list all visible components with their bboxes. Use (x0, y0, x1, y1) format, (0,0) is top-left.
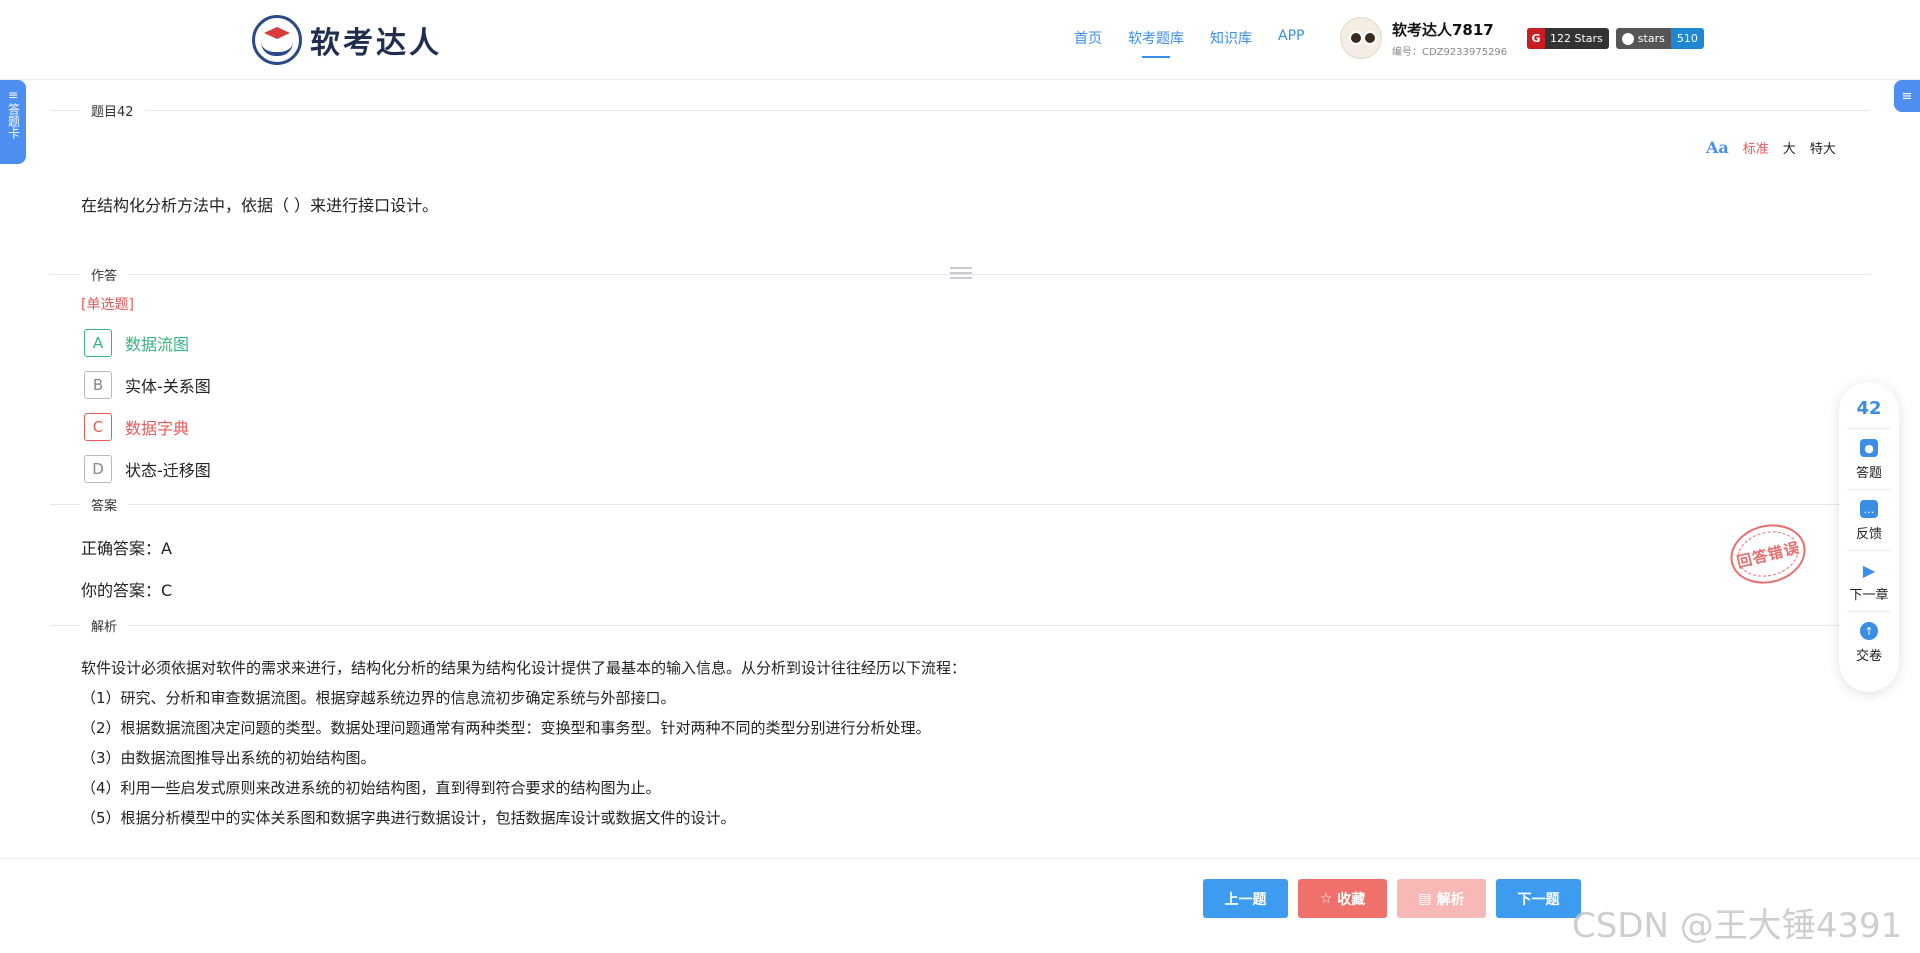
font-size-standard[interactable]: 标准 (1743, 138, 1769, 157)
font-size-large[interactable]: 大 (1783, 138, 1796, 157)
font-size-icon: Aa (1706, 138, 1729, 157)
github-stars-badge[interactable]: stars 510 (1615, 28, 1704, 49)
analysis-content: 软件设计必须依据对软件的需求来进行，结构化分析的结果为结构化设计提供了最基本的输… (81, 653, 966, 833)
font-size-selector: Aa 标准 大 特大 (1706, 138, 1836, 157)
star-icon: ☆ (1319, 890, 1333, 907)
nav-home[interactable]: 首页 (1074, 28, 1102, 48)
option-letter: B (84, 371, 112, 399)
option-text: 状态-迁移图 (125, 461, 211, 480)
answer-card-label: 答题卡 (6, 103, 21, 139)
option-b[interactable]: B 实体-关系图 (84, 364, 211, 406)
option-letter: C (84, 413, 112, 441)
option-text: 数据流图 (125, 335, 190, 354)
nav-app[interactable]: APP (1278, 28, 1304, 48)
user-profile[interactable]: 软考达人7817 编号：CDZ9233975296 (1340, 17, 1507, 59)
font-size-xlarge[interactable]: 特大 (1810, 138, 1836, 157)
question-type: [单选题] (81, 297, 134, 313)
nav-knowledge-base[interactable]: 知识库 (1210, 28, 1252, 48)
option-c[interactable]: C 数据字典 (84, 406, 211, 448)
github-icon (1621, 32, 1634, 45)
answer-area-label: 作答 (80, 265, 129, 284)
chat-icon: … (1860, 500, 1878, 518)
gitee-icon: G (1527, 28, 1545, 49)
user-name: 软考达人7817 (1392, 20, 1494, 39)
analysis-divider (50, 625, 1870, 626)
skip-next-icon: ▶ (1862, 560, 1876, 580)
prev-question-button[interactable]: 上一题 (1203, 879, 1288, 918)
right-menu-tab[interactable]: ≡ (1894, 80, 1920, 112)
list-icon: ≡ (7, 88, 19, 102)
option-list: A 数据流图 B 实体-关系图 C 数据字典 D 状态-迁移图 (84, 322, 211, 490)
repo-badges: G 122 Stars stars 510 (1527, 28, 1704, 49)
option-letter: A (84, 329, 112, 357)
graduation-cap-icon (252, 15, 302, 65)
csdn-watermark: CSDN @王大锤4391 (1572, 906, 1903, 946)
user-id: 编号：CDZ9233975296 (1392, 46, 1508, 58)
github-stars-label: stars (1637, 32, 1665, 45)
nav-question-bank[interactable]: 软考题库 (1128, 28, 1184, 58)
answer-divider (50, 504, 1870, 505)
analysis-line: （3）由数据流图推导出系统的初始结构图。 (81, 749, 376, 767)
logo-text: 软考达人 (310, 26, 442, 61)
answer-sheet-button[interactable]: ● 答题 (1847, 428, 1891, 489)
answer-icon: ● (1860, 439, 1878, 457)
your-answer: 你的答案：C (81, 581, 173, 600)
option-d[interactable]: D 状态-迁移图 (84, 448, 211, 490)
analysis-line: （1）研究、分析和审查数据流图。根据穿越系统边界的信息流初步确定系统与外部接口。 (81, 689, 676, 707)
site-logo[interactable]: 软考达人 (252, 15, 442, 65)
question-section-label: 题目42 (80, 101, 145, 120)
question-number: 42 (1856, 398, 1882, 419)
document-icon: ▤ (1418, 890, 1432, 907)
drag-handle[interactable] (950, 267, 972, 279)
avatar[interactable] (1340, 17, 1382, 59)
option-a[interactable]: A 数据流图 (84, 322, 211, 364)
analysis-line: （4）利用一些启发式原则来改进系统的初始结构图，直到得到符合要求的结构图为止。 (81, 779, 661, 797)
next-chapter-label: 下一章 (1849, 588, 1889, 603)
feedback-label: 反馈 (1855, 527, 1882, 542)
submit-paper-button[interactable]: ↑ 交卷 (1847, 611, 1891, 672)
next-question-button[interactable]: 下一题 (1496, 879, 1581, 918)
question-text: 在结构化分析方法中，依据（ ）来进行接口设计。 (81, 196, 439, 215)
answer-card-tab[interactable]: ≡ 答题卡 (0, 80, 26, 164)
favorite-label: 收藏 (1337, 891, 1366, 908)
answer-sheet-label: 答题 (1855, 466, 1882, 481)
question-divider (50, 110, 1870, 111)
next-chapter-button[interactable]: ▶ 下一章 (1847, 550, 1891, 611)
answer-section-label: 答案 (80, 495, 129, 514)
menu-icon: ≡ (1901, 88, 1913, 104)
top-header: 软考达人 首页 软考题库 知识库 APP 软考达人7817 编号：CDZ9233… (0, 0, 1920, 80)
floating-toolbar: 42 ● 答题 … 反馈 ▶ 下一章 ↑ 交卷 (1839, 382, 1899, 692)
favorite-button[interactable]: ☆ 收藏 (1298, 879, 1387, 918)
analysis-line: 软件设计必须依据对软件的需求来进行，结构化分析的结果为结构化设计提供了最基本的输… (81, 659, 967, 677)
wrong-answer-stamp: 回答错误 (1724, 516, 1812, 592)
analysis-label: 解析 (1436, 891, 1465, 908)
option-letter: D (84, 455, 112, 483)
github-stars-count: 510 (1670, 28, 1704, 49)
next-question-label: 下一题 (1517, 891, 1560, 908)
correct-answer: 正确答案：A (81, 539, 172, 558)
prev-question-label: 上一题 (1224, 891, 1267, 908)
analysis-section-label: 解析 (80, 616, 129, 635)
submit-paper-label: 交卷 (1855, 649, 1882, 664)
option-text: 数据字典 (125, 419, 190, 438)
gitee-stars-count: 122 Stars (1550, 32, 1603, 45)
analysis-button[interactable]: ▤ 解析 (1397, 879, 1486, 918)
main-nav: 首页 软考题库 知识库 APP (1074, 28, 1304, 58)
analysis-line: （2）根据数据流图决定问题的类型。数据处理问题通常有两种类型：变换型和事务型。针… (81, 719, 931, 737)
analysis-line: （5）根据分析模型中的实体关系图和数据字典进行数据设计，包括数据库设计或数据文件… (81, 809, 736, 827)
option-text: 实体-关系图 (125, 377, 211, 396)
gitee-stars-badge[interactable]: G 122 Stars (1527, 28, 1609, 49)
feedback-button[interactable]: … 反馈 (1847, 489, 1891, 550)
upload-icon: ↑ (1860, 622, 1878, 640)
